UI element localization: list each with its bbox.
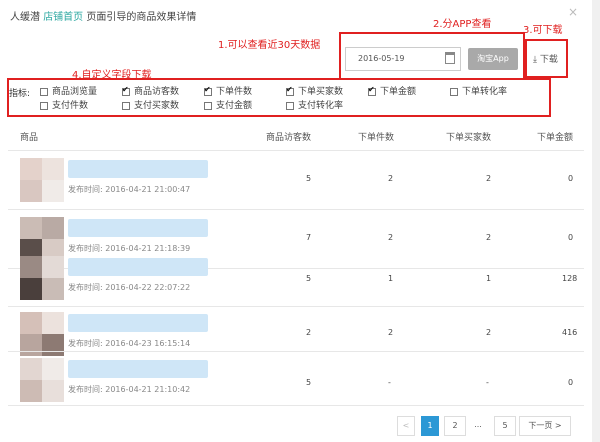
filter-option[interactable]: 支付金额 <box>204 98 252 111</box>
cell-visitors: 5 <box>306 378 312 387</box>
column-header-product: 商品 <box>20 133 39 143</box>
pagination-next[interactable]: 下一页 > <box>519 416 571 436</box>
cell-visitors: 5 <box>306 174 312 183</box>
filter-option[interactable]: 支付转化率 <box>286 98 343 111</box>
filter-option[interactable]: 支付买家数 <box>122 98 179 111</box>
cell-order-amount: 128 <box>562 274 578 283</box>
product-name-blurred[interactable] <box>68 219 208 237</box>
divider <box>8 209 584 210</box>
checkbox[interactable] <box>368 85 376 96</box>
cell-order-items: 2 <box>388 233 394 242</box>
pagination-prev[interactable]: < <box>397 416 415 436</box>
cell-visitors: 7 <box>306 233 312 242</box>
filter-option[interactable]: 商品浏览量 <box>40 84 97 97</box>
pagination-ellipsis: ... <box>474 420 482 429</box>
checkbox[interactable] <box>286 101 294 110</box>
filter-option[interactable]: 下单转化率 <box>450 84 507 97</box>
cell-order-buyers: 2 <box>486 233 492 242</box>
column-header-order-amount[interactable]: 下单金额 <box>537 130 573 143</box>
publish-time: 发布时间: 2016-04-21 21:00:47 <box>68 184 191 195</box>
annotation-download: 3.可下载 <box>523 25 563 36</box>
filter-option[interactable]: 下单金额 <box>368 84 416 97</box>
cell-order-amount: 0 <box>568 233 574 242</box>
table-row[interactable]: 发布时间: 2016-04-21 21:10:42 5 - - 0 <box>8 352 584 404</box>
table-row[interactable]: 发布时间: 2016-04-21 21:00:47 5 2 2 0 <box>8 152 584 209</box>
divider <box>8 405 584 406</box>
product-thumbnail[interactable] <box>20 256 64 300</box>
product-thumbnail[interactable] <box>20 158 64 202</box>
pagination-page[interactable]: 2 <box>444 416 466 436</box>
publish-time: 发布时间: 2016-04-23 16:15:14 <box>68 338 191 349</box>
publish-time: 发布时间: 2016-04-22 22:07:22 <box>68 282 191 293</box>
filter-option[interactable]: 下单件数 <box>204 84 252 97</box>
checkbox[interactable] <box>40 87 48 96</box>
cell-order-buyers: 2 <box>486 328 492 337</box>
cell-order-amount: 0 <box>568 174 574 183</box>
column-header-order-items[interactable]: 下单件数 <box>358 130 394 143</box>
column-header-order-buyers[interactable]: 下单买家数 <box>446 130 491 143</box>
title-link[interactable]: 店铺首页 <box>43 12 83 23</box>
download-label: 下载 <box>539 55 558 65</box>
cell-order-buyers: 2 <box>486 174 492 183</box>
background-page-edge <box>592 0 600 442</box>
filter-option[interactable]: 商品访客数 <box>122 84 179 97</box>
cell-order-items: 1 <box>388 274 394 283</box>
publish-time: 发布时间: 2016-04-21 21:10:42 <box>68 384 191 395</box>
cell-order-items: 2 <box>388 328 394 337</box>
product-thumbnail[interactable] <box>20 312 64 356</box>
app-select-button[interactable]: 淘宝App <box>468 48 518 70</box>
pagination-page[interactable]: 1 <box>421 416 439 436</box>
pagination-page[interactable]: 5 <box>494 416 516 436</box>
cell-order-items: 2 <box>388 174 394 183</box>
annotation-app: 2.分APP查看 <box>433 19 492 30</box>
title-prefix: 人缓潜 <box>10 12 40 23</box>
cell-order-amount: 416 <box>562 328 578 337</box>
title-suffix: 页面引导的商品效果详情 <box>86 12 197 23</box>
date-value: 2016-05-19 <box>358 54 405 63</box>
checkbox[interactable] <box>286 85 294 96</box>
product-thumbnail[interactable] <box>20 358 64 402</box>
divider <box>8 150 584 151</box>
product-name-blurred[interactable] <box>68 160 208 178</box>
download-button[interactable]: ⤓ 下载 <box>533 52 558 65</box>
download-icon: ⤓ <box>533 55 537 65</box>
close-icon[interactable]: × <box>568 5 578 19</box>
product-name-blurred[interactable] <box>68 360 208 378</box>
dialog-title: 人缓潜 店铺首页 页面引导的商品效果详情 <box>10 8 196 23</box>
checkbox[interactable] <box>40 101 48 110</box>
filter-option[interactable]: 下单买家数 <box>286 84 343 97</box>
cell-order-amount: 0 <box>568 378 574 387</box>
checkbox[interactable] <box>204 85 212 96</box>
annotation-30-days: 1.可以查看近30天数据 <box>218 40 321 51</box>
filter-label: 指标: <box>9 89 31 99</box>
column-header-visitors[interactable]: 商品访客数 <box>266 130 311 143</box>
cell-order-buyers: - <box>486 378 489 387</box>
checkbox[interactable] <box>204 101 212 110</box>
checkbox[interactable] <box>122 101 130 110</box>
cell-order-items: - <box>388 378 391 387</box>
filter-option[interactable]: 支付件数 <box>40 98 88 111</box>
checkbox[interactable] <box>122 85 130 96</box>
cell-visitors: 5 <box>306 274 312 283</box>
date-picker-input[interactable]: 2016-05-19 <box>345 47 461 71</box>
checkbox[interactable] <box>450 87 458 96</box>
product-name-blurred[interactable] <box>68 258 208 276</box>
table-row[interactable]: 发布时间: 2016-04-22 22:07:22 5 1 1 128 <box>8 250 584 307</box>
cell-order-buyers: 1 <box>486 274 492 283</box>
calendar-icon[interactable] <box>445 52 455 64</box>
product-name-blurred[interactable] <box>68 314 208 332</box>
cell-visitors: 2 <box>306 328 312 337</box>
